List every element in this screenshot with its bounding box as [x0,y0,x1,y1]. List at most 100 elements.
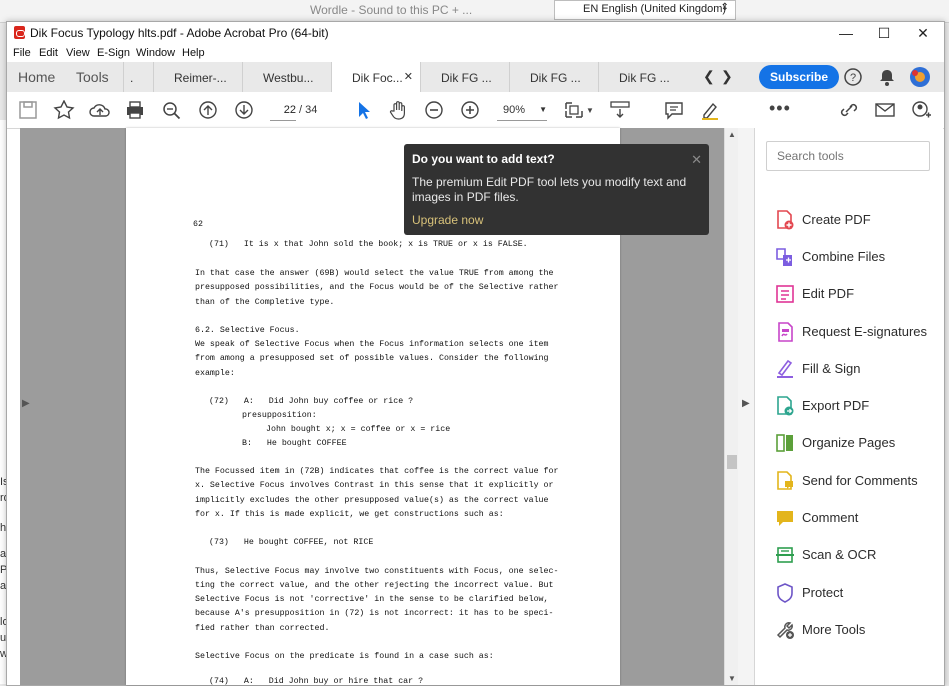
chevron-right-icon[interactable]: ❯ [721,68,733,85]
previous-page-icon[interactable] [197,100,219,120]
close-window-button[interactable]: ✕ [904,22,942,44]
doc-line: from among a presupposed set of possible… [195,354,549,363]
vertical-scrollbar[interactable]: ▲ ▼ [724,128,739,685]
zoom-out-icon[interactable] [423,100,445,120]
tool-request-esignatures[interactable]: Request E-signatures [775,320,940,346]
create-pdf-icon [777,210,794,230]
tab-home[interactable]: Home [18,69,55,85]
tool-comment[interactable]: Comment [775,506,940,532]
menu-esign[interactable]: E-Sign [97,47,130,59]
bell-icon[interactable] [877,67,897,87]
avatar[interactable] [909,66,931,88]
tool-organize-pages[interactable]: Organize Pages [775,431,940,457]
scroll-down-icon[interactable]: ▼ [728,674,736,683]
tool-label: Organize Pages [802,435,896,450]
tools-panel: Create PDF Combine Files Edit PDF Reques… [755,128,943,685]
next-page-icon[interactable] [233,100,255,120]
title-bar: Dik Focus Typology hlts.pdf - Adobe Acro… [7,22,944,44]
hand-tool-icon[interactable] [388,100,410,120]
wrench-plus-icon [776,622,794,639]
tool-export-pdf[interactable]: Export PDF [775,394,940,420]
comment-icon[interactable] [663,100,685,120]
tab-tools[interactable]: Tools [76,69,109,85]
menu-help[interactable]: Help [182,47,205,59]
tab-document[interactable]: Dik FG ... [598,62,688,92]
menu-edit[interactable]: Edit [39,47,58,59]
shield-icon [777,583,793,603]
fill-sign-icon [777,359,793,378]
tool-scan-ocr[interactable]: Scan & OCR [775,543,940,569]
close-tab-icon[interactable]: ✕ [404,70,413,83]
subscribe-button[interactable]: Subscribe [759,65,839,89]
tool-label: Request E-signatures [802,324,928,339]
language-selector[interactable]: EN English (United Kingdom) ⇕ [554,0,736,20]
email-icon[interactable] [874,100,896,120]
acrobat-window: Dik Focus Typology hlts.pdf - Adobe Acro… [6,21,945,686]
page-number-input[interactable]: 22 [270,100,296,121]
doc-line: (71) It is x that John sold the book; x … [209,240,528,249]
chevron-down-icon[interactable]: ▼ [586,106,594,115]
tab-document[interactable]: Reimer-... [153,62,243,92]
maximize-button[interactable]: ☐ [865,22,903,44]
tab-document-active[interactable]: Dik Foc... ✕ [331,62,421,93]
doc-line: ting the correct value, and the other re… [195,581,554,590]
chevron-left-icon[interactable]: ❮ [703,68,715,85]
menu-bar: File Edit View E-Sign Window Help [7,44,944,62]
add-user-icon[interactable] [910,100,932,120]
tool-create-pdf[interactable]: Create PDF [775,208,940,234]
doc-line: x. Selective Focus involves Contrast in … [195,481,554,490]
tab-document[interactable]: Westbu... [242,62,332,92]
tool-label: Comment [802,510,859,525]
tool-label: Send for Comments [802,473,918,488]
tool-edit-pdf[interactable]: Edit PDF [775,282,940,308]
scroll-up-icon[interactable]: ▲ [728,130,736,139]
tool-label: Export PDF [802,398,870,413]
doc-line: (74) A: Did John buy or hire that car ? [209,677,424,686]
search-tools-input[interactable] [775,148,919,164]
print-icon[interactable] [124,100,146,120]
chevron-right-icon[interactable]: ▶ [22,398,30,409]
highlight-pen-icon[interactable] [699,100,721,120]
menu-file[interactable]: File [13,47,31,59]
zoom-in-icon[interactable] [459,100,481,120]
search-tools-box[interactable] [766,141,930,171]
close-icon[interactable]: ✕ [691,152,702,168]
zoom-level-value: 90% [503,104,526,116]
doc-line: presupposed possibilities, and the Focus… [195,283,559,292]
tool-fill-sign[interactable]: Fill & Sign [775,357,940,383]
scrollbar-thumb[interactable] [727,455,737,469]
star-icon[interactable] [53,100,75,120]
upgrade-now-link[interactable]: Upgrade now [412,213,483,227]
zoom-search-icon[interactable] [161,100,183,120]
doc-line: implicitly excludes the other presuppose… [195,496,549,505]
select-cursor-icon[interactable] [353,100,375,120]
popup-heading: Do you want to add text? [412,152,555,166]
more-options-icon[interactable]: ••• [769,98,791,119]
minimize-button[interactable]: — [827,22,865,44]
combine-files-icon [776,248,792,266]
add-text-popup: Do you want to add text? ✕ The premium E… [404,144,709,235]
tab-document[interactable]: . [123,62,154,92]
help-icon[interactable]: ? [843,67,863,87]
chevron-right-icon[interactable]: ▶ [742,398,750,409]
zoom-level-select[interactable]: 90% ▼ [497,100,547,121]
page-fit-icon[interactable] [563,100,585,120]
tab-label: . [130,71,134,85]
tool-combine-files[interactable]: Combine Files [775,245,940,271]
doc-line: (73) He bought COFFEE, not RICE [209,538,374,547]
menu-view[interactable]: View [66,47,90,59]
tab-document[interactable]: Dik FG ... [420,62,510,92]
save-icon[interactable] [17,100,39,120]
tool-more-tools[interactable]: More Tools [775,618,940,644]
menu-window[interactable]: Window [136,47,175,59]
share-link-icon[interactable] [838,100,860,120]
tab-label: Dik Foc... [352,71,403,85]
tab-label: Westbu... [263,71,314,85]
tool-send-for-comments[interactable]: Send for Comments [775,469,940,495]
cloud-upload-icon[interactable] [89,100,111,120]
scroll-mode-icon[interactable] [609,100,631,120]
panel-collapse-strip[interactable]: ▶ [738,128,755,685]
tab-document[interactable]: Dik FG ... [509,62,599,92]
tab-label: Dik FG ... [441,71,492,85]
tool-protect[interactable]: Protect [775,581,940,607]
